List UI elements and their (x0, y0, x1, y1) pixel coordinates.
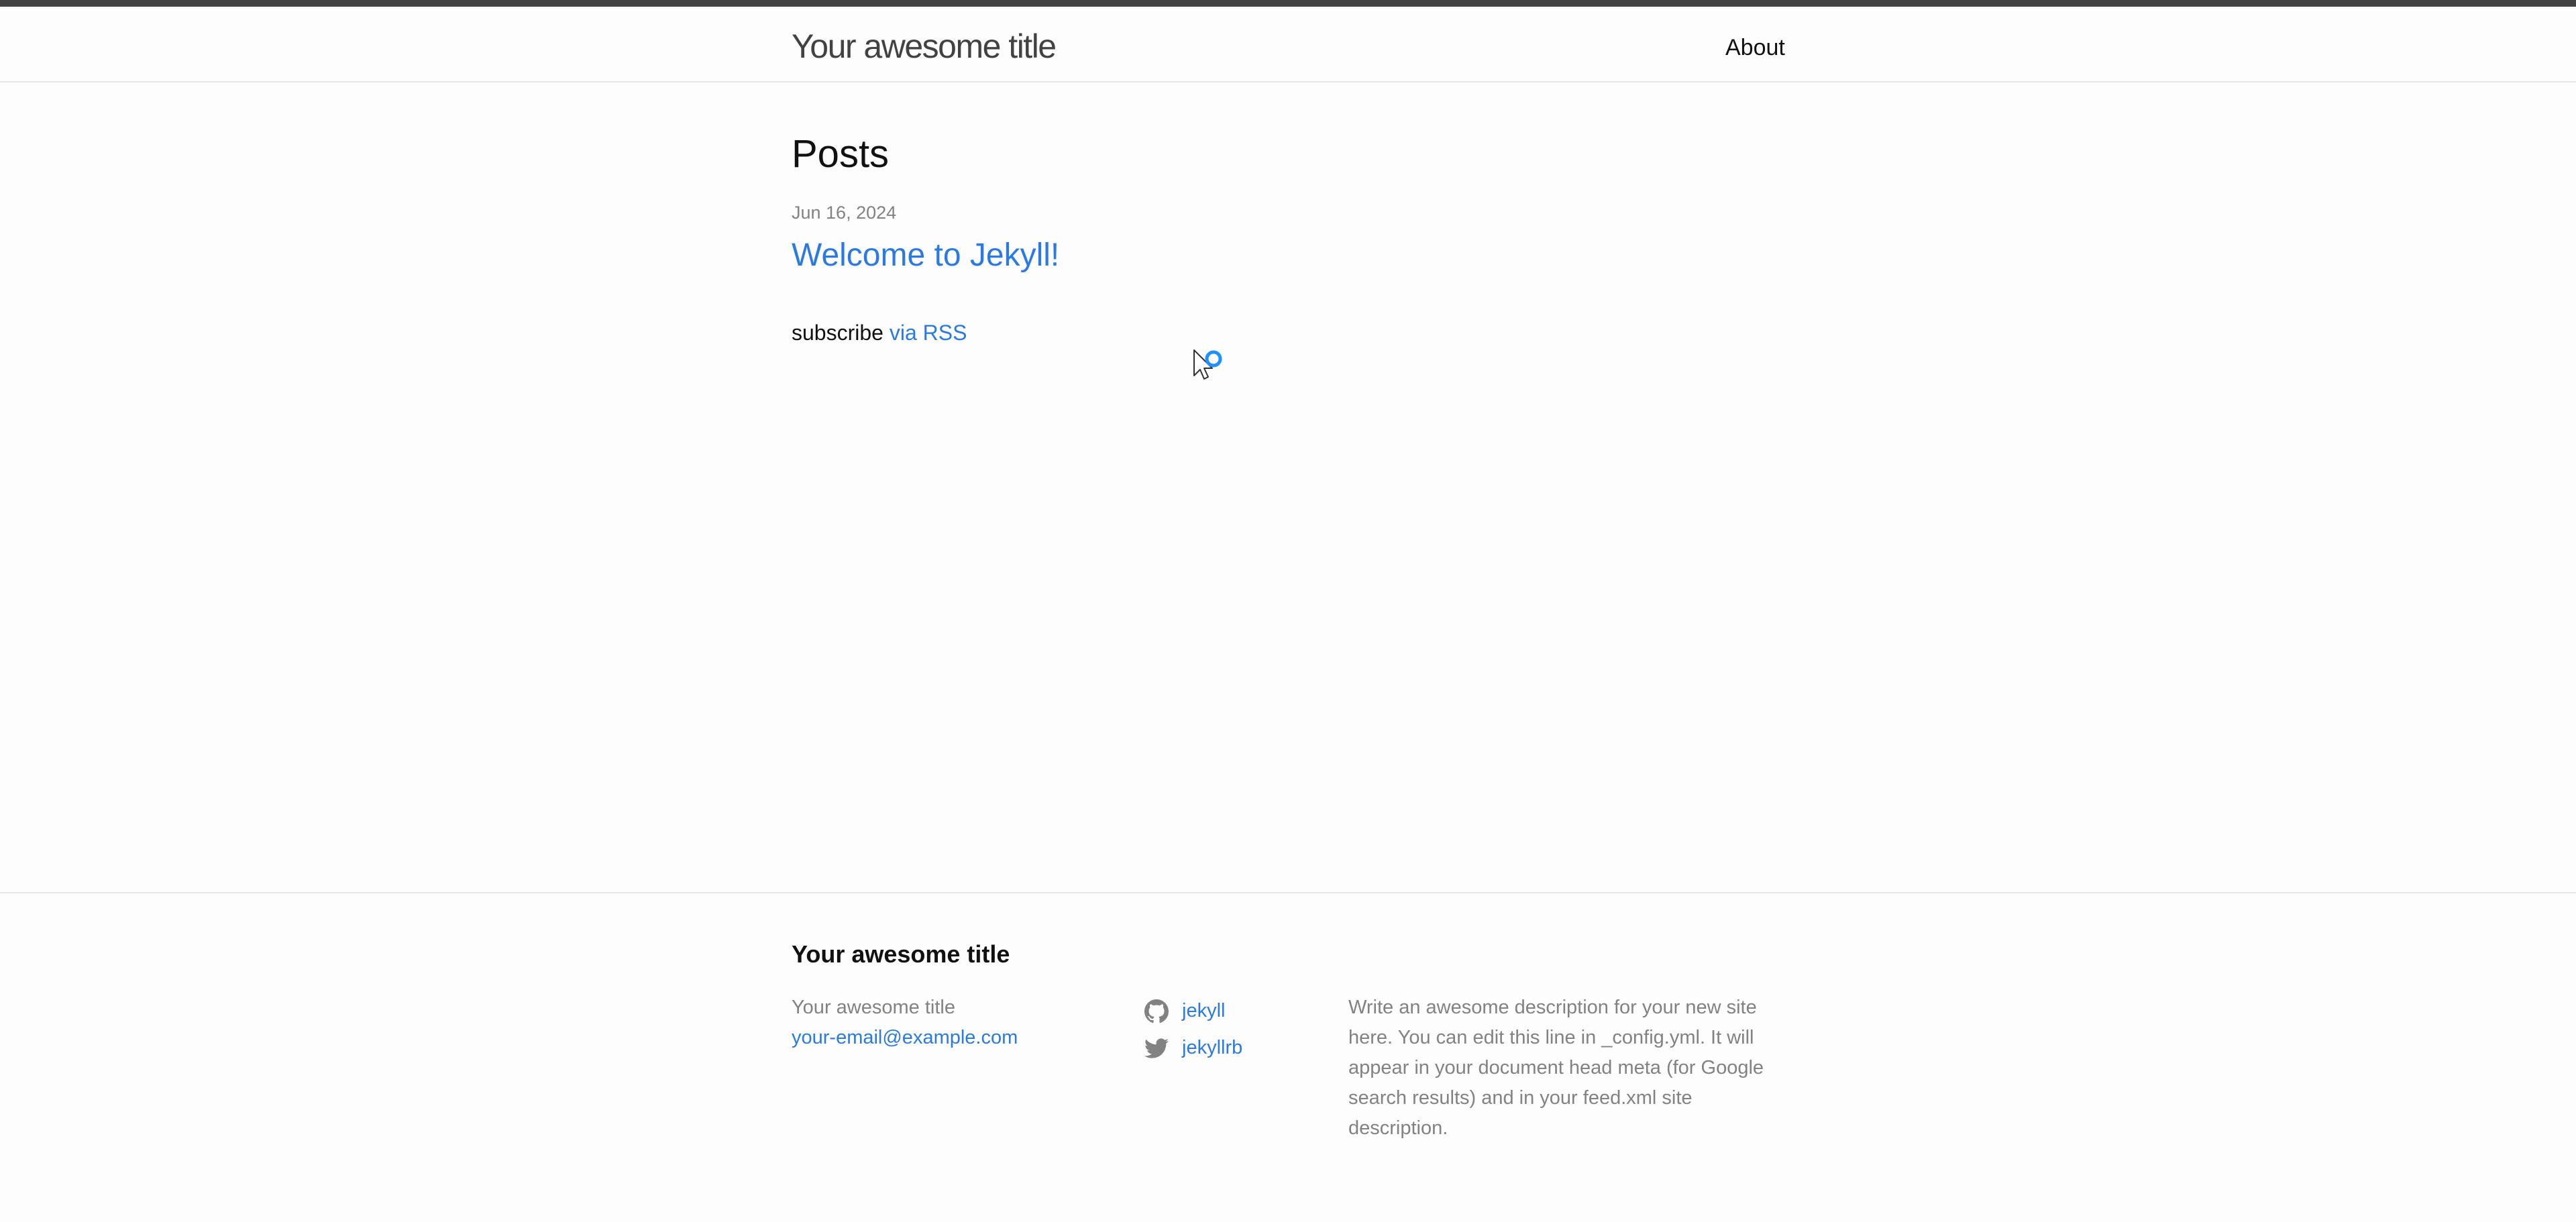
rss-link[interactable]: via RSS (890, 321, 967, 345)
nav-about-link[interactable]: About (1725, 35, 1785, 61)
list-item: Jun 16, 2024 Welcome to Jekyll! (792, 201, 1784, 275)
twitter-username-link[interactable]: jekyllrb (1182, 1030, 1242, 1066)
post-title-link[interactable]: Welcome to Jekyll! (792, 236, 1784, 275)
site-footer: Your awesome title Your awesome title yo… (0, 892, 2576, 1222)
posts-heading: Posts (792, 132, 890, 176)
github-username-link[interactable]: jekyll (1182, 993, 1225, 1030)
subscribe-line: subscribe via RSS (792, 319, 1784, 346)
subscribe-label: subscribe (792, 321, 883, 345)
post-list: Jun 16, 2024 Welcome to Jekyll! (792, 201, 1784, 275)
footer-contact: Your awesome title your-email@example.co… (792, 993, 1018, 1053)
social-item-github: jekyll (1144, 993, 1242, 1030)
footer-email-link[interactable]: your-email@example.com (792, 1027, 1018, 1048)
site-header: Your awesome title About (0, 7, 2576, 82)
site-title-link[interactable]: Your awesome title (792, 27, 1057, 66)
social-item-twitter: jekyllrb (1144, 1030, 1242, 1066)
site-description: Write an awesome description for your ne… (1348, 997, 1764, 1139)
busy-cursor-icon (1193, 349, 1222, 380)
main-content: Posts Jun 16, 2024 Welcome to Jekyll! su… (792, 127, 1784, 346)
footer-contact-name: Your awesome title (792, 997, 955, 1018)
github-icon (1144, 999, 1169, 1023)
twitter-icon (1144, 1038, 1169, 1058)
top-accent-bar (0, 0, 2576, 7)
post-date: Jun 16, 2024 (792, 203, 897, 223)
footer-social: jekyll jekyllrb (1144, 993, 1242, 1066)
footer-heading: Your awesome title (792, 940, 1010, 968)
